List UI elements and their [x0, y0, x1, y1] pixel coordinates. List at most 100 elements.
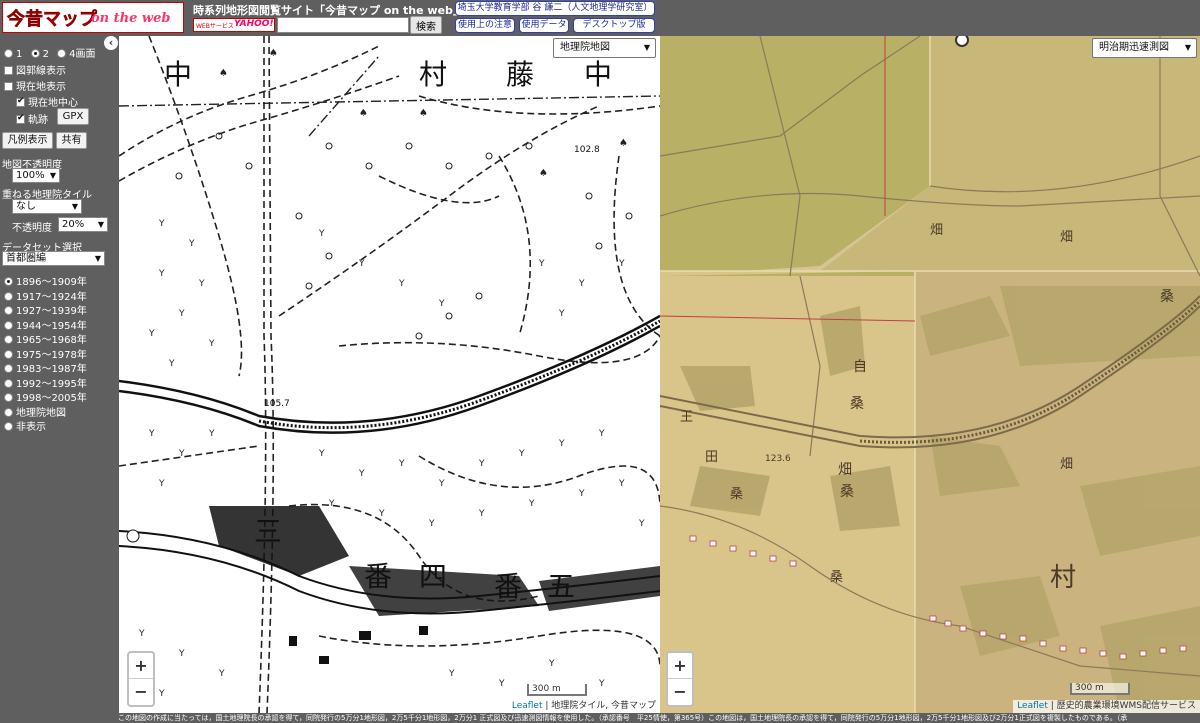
- screen-2-radio[interactable]: [30, 49, 40, 58]
- svg-text:Y: Y: [218, 669, 225, 679]
- svg-text:Y: Y: [208, 429, 215, 439]
- grid-label: 図郭線表示: [16, 66, 66, 77]
- period-label: 1965～1968年: [16, 335, 87, 346]
- header: 今昔マップ on the web 時系列地形図閲覧サイト「今昔マップ on th…: [0, 0, 1200, 36]
- screen-1-label: 1: [16, 49, 23, 60]
- period-option[interactable]: 1927～1939年: [4, 302, 87, 317]
- screen-1-radio[interactable]: [4, 49, 13, 58]
- screen-4-radio[interactable]: [57, 49, 67, 58]
- svg-text:Y: Y: [328, 499, 335, 509]
- map-label: 田: [705, 450, 718, 465]
- svg-text:Y: Y: [578, 279, 585, 289]
- dataset-select[interactable]: 首都圏編 ▼: [2, 251, 105, 266]
- period-option[interactable]: 非表示: [4, 418, 46, 433]
- zoom-out-button[interactable]: −: [129, 679, 153, 705]
- map-label: 桑: [830, 570, 843, 585]
- topographic-map-raster: YYYY YYYY YYYY YYYY YYYY YYYY YYYY YYYY …: [119, 36, 660, 713]
- collapse-sidebar-icon[interactable]: ‹: [104, 36, 118, 50]
- sidebar: ‹ 1 2 4画面 図郭線表示 現在地表示 現在地中心 軌跡 GPX 凡例表示 …: [0, 36, 119, 715]
- zoom-out-button[interactable]: −: [668, 679, 692, 705]
- svg-text:Y: Y: [558, 439, 565, 449]
- svg-text:Y: Y: [428, 519, 435, 529]
- svg-text:Y: Y: [598, 679, 605, 689]
- period-option[interactable]: 1965～1968年: [4, 331, 87, 346]
- overlay-select[interactable]: なし ▼: [12, 199, 82, 214]
- overlay-opacity-select[interactable]: 20% ▼: [58, 217, 108, 232]
- left-map-pane[interactable]: YYYY YYYY YYYY YYYY YYYY YYYY YYYY YYYY …: [119, 36, 660, 713]
- left-layer-select[interactable]: 地理院地図 ▼: [553, 38, 656, 58]
- usage-notes-button[interactable]: 使用上の注意: [455, 18, 515, 33]
- period-option[interactable]: 1944～1954年: [4, 317, 87, 332]
- svg-text:Y: Y: [578, 489, 585, 499]
- svg-text:♠: ♠: [219, 68, 228, 79]
- period-option[interactable]: 1992～1995年: [4, 375, 87, 390]
- map-label: 桑: [1160, 289, 1174, 305]
- map-label: 番: [364, 560, 392, 593]
- period-radio[interactable]: [4, 349, 13, 359]
- current-location-checkbox[interactable]: [4, 82, 13, 91]
- map-label: 藤: [506, 58, 534, 91]
- period-radio[interactable]: [4, 422, 13, 431]
- period-label: 1998～2005年: [16, 393, 87, 404]
- grid-checkbox[interactable]: [4, 66, 13, 75]
- svg-text:Y: Y: [178, 449, 185, 459]
- svg-text:Y: Y: [378, 509, 385, 519]
- svg-text:Y: Y: [158, 479, 165, 489]
- chevron-down-icon: ▼: [1184, 43, 1191, 52]
- center-current-checkbox[interactable]: [16, 96, 25, 107]
- period-option[interactable]: 1896～1909年: [4, 273, 87, 288]
- search-input[interactable]: [277, 17, 409, 33]
- current-location-toggle[interactable]: 現在地表示: [4, 78, 66, 93]
- period-option[interactable]: 1975～1978年: [4, 346, 87, 361]
- web-service-text: WEBサービス: [196, 23, 234, 30]
- desktop-version-button[interactable]: デスクトップ版: [573, 18, 655, 33]
- leaflet-link[interactable]: Leaflet: [512, 701, 543, 711]
- zoom-in-button[interactable]: +: [129, 653, 153, 679]
- track-toggle[interactable]: 軌跡: [16, 111, 48, 126]
- gpx-button[interactable]: GPX: [57, 108, 89, 125]
- svg-text:Y: Y: [188, 239, 195, 249]
- right-map-pane[interactable]: 畑 畑 桑 自 桑 畑 桑 村 畑 123.6 王 田 桑 桑 明治期迅速測図 ▼…: [660, 36, 1200, 713]
- search-button[interactable]: 検索: [410, 16, 442, 34]
- yahoo-web-service-badge[interactable]: WEBサービス YAHOO!: [193, 18, 275, 32]
- period-label: 1927～1939年: [16, 306, 87, 317]
- period-option[interactable]: 1917～1924年: [4, 288, 87, 303]
- period-radio[interactable]: [4, 320, 13, 330]
- period-option[interactable]: 1983～1987年: [4, 360, 87, 375]
- svg-text:Y: Y: [438, 299, 445, 309]
- logo-sub-text: on the web: [91, 11, 171, 26]
- svg-text:♠: ♠: [619, 138, 628, 149]
- period-option[interactable]: 1998～2005年: [4, 389, 87, 404]
- legend-button[interactable]: 凡例表示: [2, 132, 53, 149]
- app-window: 今昔マップ on the web 時系列地形図閲覧サイト「今昔マップ on th…: [0, 0, 1200, 723]
- center-current-toggle[interactable]: 現在地中心: [16, 94, 78, 109]
- site-logo[interactable]: 今昔マップ on the web: [2, 2, 184, 33]
- map-label: 五: [547, 570, 575, 603]
- period-radio[interactable]: [4, 364, 13, 373]
- period-radio[interactable]: [4, 393, 13, 402]
- zoom-in-button[interactable]: +: [668, 653, 692, 679]
- svg-text:Y: Y: [548, 659, 555, 669]
- left-attribution: Leaflet | 地理院タイル, 今昔マップ: [507, 700, 660, 713]
- period-option[interactable]: 地理院地図: [4, 404, 66, 419]
- period-radio[interactable]: [4, 378, 13, 388]
- opacity-select[interactable]: 100% ▼: [12, 168, 60, 183]
- period-radio[interactable]: [4, 335, 13, 344]
- svg-text:Y: Y: [148, 329, 155, 339]
- author-link-button[interactable]: 埼玉大学教育学部 谷 謙二（人文地理学研究室）: [455, 1, 655, 16]
- svg-text:Y: Y: [198, 279, 205, 289]
- track-checkbox[interactable]: [16, 113, 25, 124]
- period-radio[interactable]: [4, 291, 13, 301]
- grid-toggle[interactable]: 図郭線表示: [4, 62, 66, 77]
- period-radio[interactable]: [4, 407, 13, 417]
- svg-text:Y: Y: [478, 459, 485, 469]
- leaflet-link[interactable]: Leaflet: [1017, 701, 1048, 711]
- right-layer-select[interactable]: 明治期迅速測図 ▼: [1092, 38, 1197, 58]
- share-button[interactable]: 共有: [56, 132, 87, 149]
- period-radio[interactable]: [4, 306, 13, 315]
- map-label: 四: [419, 560, 447, 593]
- screen-count-selector: 1 2 4画面: [4, 45, 96, 60]
- map-label: 番: [494, 570, 522, 603]
- period-radio[interactable]: [4, 277, 13, 286]
- usage-data-button[interactable]: 使用データ: [519, 18, 569, 33]
